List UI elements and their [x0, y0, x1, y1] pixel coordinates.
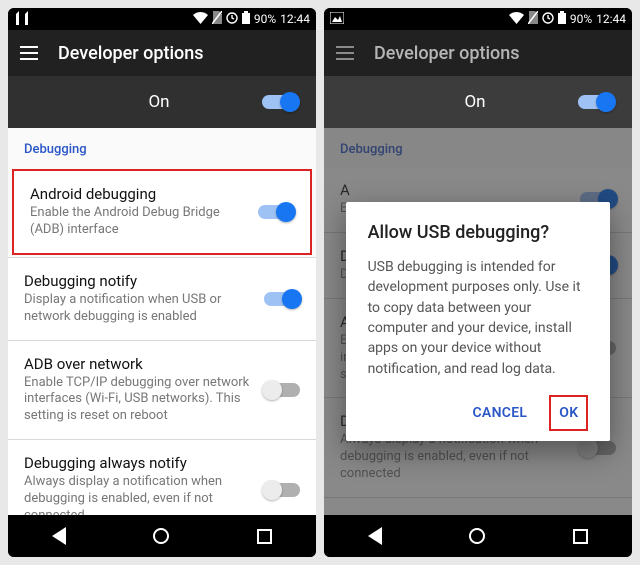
nav-back-icon[interactable]: [368, 527, 382, 545]
setting-title: ADB over network: [24, 355, 254, 373]
setting-sub: Display a notification when USB or netwo…: [24, 292, 254, 326]
menu-icon[interactable]: [20, 46, 38, 60]
nav-recent-icon[interactable]: [573, 529, 588, 544]
master-switch: [578, 95, 614, 109]
menu-icon: [336, 46, 354, 60]
clock-icon: [226, 12, 238, 27]
dialog-body: USB debugging is intended for developmen…: [368, 257, 589, 379]
setting-sub: Enable TCP/IP debugging over network int…: [24, 375, 254, 426]
wifi-icon: [509, 12, 524, 27]
wifi-icon: [193, 12, 208, 27]
master-switch[interactable]: [262, 95, 298, 109]
battery-pct: 90%: [254, 12, 276, 26]
battery-icon: [558, 11, 566, 27]
status-bar: 90% 12:44: [324, 8, 632, 30]
usb-debugging-dialog: Allow USB debugging? USB debugging is in…: [346, 202, 611, 441]
ok-button[interactable]: OK: [549, 395, 588, 431]
master-label: On: [342, 92, 578, 112]
page-title: Developer options: [58, 43, 204, 64]
setting-sub: Always display a notification when debug…: [24, 474, 254, 515]
app-bar: Developer options: [8, 30, 316, 76]
cancel-button[interactable]: CANCEL: [464, 395, 535, 431]
settings-list: Debugging Android debugging Enable the A…: [8, 128, 316, 515]
switch-adb-over-network[interactable]: [264, 383, 300, 397]
master-label: On: [26, 92, 262, 112]
setting-debugging-notify[interactable]: Debugging notify Display a notification …: [8, 258, 316, 340]
setting-debugging-always-notify[interactable]: Debugging always notify Always display a…: [8, 440, 316, 515]
setting-title: Android debugging: [30, 185, 248, 203]
master-toggle-row[interactable]: On: [8, 76, 316, 128]
app-bar: Developer options: [324, 30, 632, 76]
nav-bar: [8, 515, 316, 557]
dialog-title: Allow USB debugging?: [368, 222, 589, 243]
setting-android-debugging[interactable]: Android debugging Enable the Android Deb…: [12, 169, 312, 255]
clock-icon: [542, 12, 554, 27]
dialog-actions: CANCEL OK: [368, 389, 589, 431]
setting-sub: Enable the Android Debug Bridge (ADB) in…: [30, 205, 248, 239]
nougat-icon: [14, 11, 30, 28]
switch-android-debugging[interactable]: [258, 205, 294, 219]
dialog-scrim: Allow USB debugging? USB debugging is in…: [324, 128, 632, 515]
sim-icon: [212, 11, 222, 27]
nav-home-icon[interactable]: [469, 528, 485, 544]
status-time: 12:44: [596, 12, 626, 26]
status-bar: 90% 12:44: [8, 8, 316, 30]
nav-back-icon[interactable]: [52, 527, 66, 545]
nav-bar: [324, 515, 632, 557]
nav-home-icon[interactable]: [153, 528, 169, 544]
settings-list: Debugging A E ir D D d A Ena: [324, 128, 632, 515]
master-toggle-row: On: [324, 76, 632, 128]
switch-debugging-always-notify[interactable]: [264, 483, 300, 497]
status-time: 12:44: [280, 12, 310, 26]
page-title: Developer options: [374, 43, 520, 64]
battery-icon: [242, 11, 250, 27]
section-debugging: Debugging: [8, 128, 316, 167]
setting-title: Debugging notify: [24, 272, 254, 290]
switch-debugging-notify[interactable]: [264, 292, 300, 306]
phone-left: 90% 12:44 Developer options On Debugging…: [8, 8, 316, 557]
battery-pct: 90%: [570, 12, 592, 26]
image-icon: [330, 12, 344, 27]
setting-adb-over-network[interactable]: ADB over network Enable TCP/IP debugging…: [8, 341, 316, 440]
nav-recent-icon[interactable]: [257, 529, 272, 544]
sim-icon: [528, 11, 538, 27]
setting-title: Debugging always notify: [24, 454, 254, 472]
phone-right: 90% 12:44 Developer options On Debugging…: [324, 8, 632, 557]
